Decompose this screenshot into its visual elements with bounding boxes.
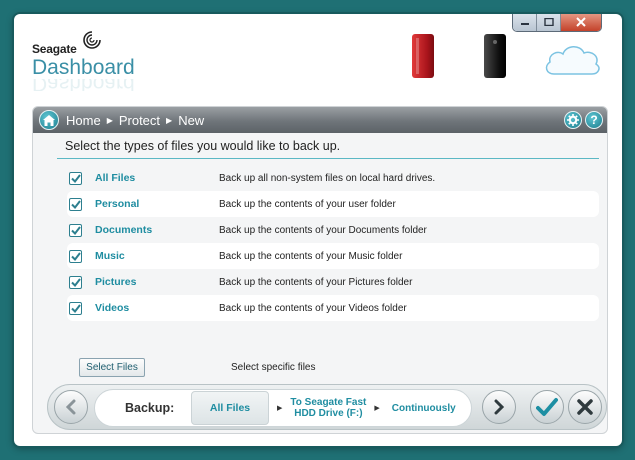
file-type-row-all-files[interactable]: All Files Back up all non-system files o… [67, 165, 599, 191]
summary-frequency[interactable]: Continuously [392, 403, 456, 414]
breadcrumb-home[interactable]: Home [66, 113, 101, 128]
summary-arrow-icon: ▶ [374, 405, 380, 412]
cloud-icon[interactable] [542, 40, 602, 78]
cancel-x-icon [577, 399, 593, 415]
product-name: Dashboard [32, 56, 135, 79]
destination-line-2: HDD Drive (F:) [294, 408, 363, 419]
breadcrumb-separator-icon: ▶ [166, 115, 173, 125]
pictures-checkbox[interactable] [69, 275, 82, 289]
documents-checkbox[interactable] [69, 223, 82, 237]
window-controls [512, 14, 602, 32]
breadcrumb-new: New [178, 112, 205, 128]
divider [57, 158, 599, 159]
destination-line-1: To Seagate Fast [290, 397, 367, 408]
file-type-description: Back up the contents of your user folder [219, 198, 396, 210]
file-type-row-pictures[interactable]: Pictures Back up the contents of your Pi… [67, 269, 599, 295]
file-type-description: Back up the contents of your Documents f… [219, 224, 427, 236]
file-type-description: Back up the contents of your Videos fold… [219, 302, 407, 314]
all-files-checkbox[interactable] [69, 171, 82, 185]
content-panel: Home ▶ Protect ▶ New ? Select the types … [32, 106, 608, 434]
file-type-row-music[interactable]: Music Back up the contents of your Music… [67, 243, 599, 269]
file-type-label: Pictures [95, 276, 137, 288]
breadcrumb-protect[interactable]: Protect [119, 113, 160, 128]
select-files-button[interactable]: Select Files [79, 358, 145, 377]
backup-summary: Backup: All Files ▶ To Seagate Fast HDD … [94, 389, 472, 427]
close-icon[interactable] [561, 14, 601, 31]
app-window: Seagate Dashboard Dashboard Home ▶ Prote… [14, 14, 622, 446]
file-type-row-personal[interactable]: Personal Back up the contents of your us… [67, 191, 599, 217]
videos-checkbox[interactable] [69, 301, 82, 315]
summary-arrow-icon: ▶ [277, 405, 283, 412]
summary-files-tab[interactable]: All Files [191, 391, 269, 425]
select-files-description: Select specific files [231, 362, 316, 373]
file-type-description: Back up the contents of your Music folde… [219, 250, 403, 262]
file-type-label: Documents [95, 224, 153, 236]
file-type-label: Music [95, 250, 125, 262]
seagate-swirl-icon [83, 31, 101, 49]
checkmark-icon [536, 398, 558, 416]
file-type-label: All Files [95, 172, 136, 184]
help-icon[interactable]: ? [585, 111, 603, 129]
black-drive-icon[interactable] [484, 34, 506, 78]
backup-summary-bar: Backup: All Files ▶ To Seagate Fast HDD … [47, 384, 607, 430]
file-type-label: Personal [95, 198, 140, 210]
red-drive-icon[interactable] [412, 34, 434, 78]
summary-destination[interactable]: To Seagate Fast HDD Drive (F:) [290, 397, 366, 419]
product-name-reflection: Dashboard [32, 79, 135, 91]
file-type-label: Videos [95, 302, 130, 314]
personal-checkbox[interactable] [69, 197, 82, 211]
breadcrumb: Home ▶ Protect ▶ New ? [33, 107, 607, 133]
page-prompt: Select the types of files you would like… [65, 139, 341, 153]
back-button[interactable] [54, 390, 88, 424]
chevron-right-icon [494, 399, 505, 415]
breadcrumb-separator-icon: ▶ [106, 115, 113, 125]
file-type-row-videos[interactable]: Videos Back up the contents of your Vide… [67, 295, 599, 321]
settings-gear-icon[interactable] [564, 111, 582, 129]
file-type-description: Back up the contents of your Pictures fo… [219, 276, 413, 288]
cancel-button[interactable] [568, 390, 602, 424]
file-type-description: Back up all non-system files on local ha… [219, 172, 436, 184]
file-type-list: All Files Back up all non-system files o… [33, 165, 607, 321]
maximize-icon[interactable] [537, 14, 561, 31]
music-checkbox[interactable] [69, 249, 82, 263]
next-button[interactable] [482, 390, 516, 424]
minimize-icon[interactable] [513, 14, 537, 31]
device-images [412, 34, 602, 78]
chevron-left-icon [65, 399, 76, 415]
file-type-row-documents[interactable]: Documents Back up the contents of your D… [67, 217, 599, 243]
app-logo: Seagate Dashboard Dashboard [32, 31, 135, 91]
home-icon[interactable] [39, 110, 59, 130]
backup-label: Backup: [125, 401, 175, 415]
confirm-button[interactable] [530, 390, 564, 424]
